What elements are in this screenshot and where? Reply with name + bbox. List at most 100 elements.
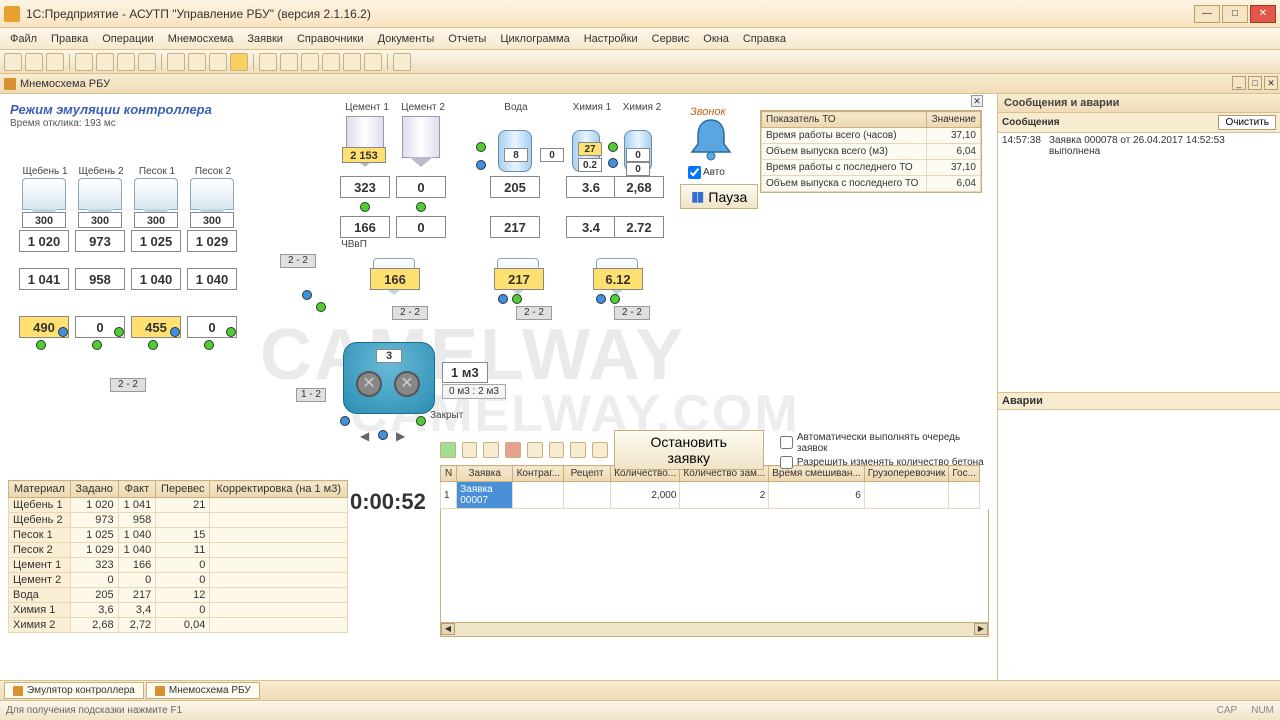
dot [148, 340, 158, 350]
tb-cut[interactable] [75, 53, 93, 71]
tb-grid3[interactable] [301, 53, 319, 71]
maximize-button[interactable]: □ [1222, 5, 1248, 23]
message-row[interactable]: 14:57:38 Заявка 000078 от 26.04.2017 14:… [998, 133, 1280, 159]
material-row[interactable]: Вода20521712 [9, 588, 348, 603]
close-button[interactable]: ✕ [1250, 5, 1276, 23]
stop-order-button[interactable]: Остановить заявку [614, 430, 764, 470]
doc-close[interactable]: ✕ [1264, 76, 1278, 90]
menu-orders[interactable]: Заявки [241, 31, 289, 47]
arrow-left-icon[interactable]: ◀ [360, 429, 369, 443]
w-stage: 2 - 2 [516, 306, 552, 320]
menu-mimic[interactable]: Мнемосхема [162, 31, 240, 47]
hopper-sh1 [22, 178, 66, 210]
ord-tb-sort1[interactable] [570, 442, 586, 458]
tb-m3[interactable] [364, 53, 382, 71]
doc-min[interactable]: _ [1232, 76, 1246, 90]
pause-icon: ▮▮ [691, 188, 702, 205]
order-row[interactable]: 1 Заявка 00007 2,000 2 6 [441, 482, 980, 509]
tab-mimic[interactable]: Мнемосхема РБУ [146, 682, 260, 699]
menu-help[interactable]: Справка [737, 31, 792, 47]
tb-grid1[interactable] [259, 53, 277, 71]
tb-m2[interactable] [343, 53, 361, 71]
dot [36, 340, 46, 350]
orders-scroll[interactable]: ◀ ▶ [440, 509, 989, 637]
ord-tb-up[interactable] [527, 442, 543, 458]
material-row[interactable]: Песок 21 0291 04011 [9, 543, 348, 558]
tb-paste[interactable] [117, 53, 135, 71]
tb-new[interactable] [4, 53, 22, 71]
tab-emulator[interactable]: Эмулятор контроллера [4, 682, 144, 699]
tb-filter[interactable] [393, 53, 411, 71]
menu-cyclogram[interactable]: Циклограмма [494, 31, 575, 47]
material-row[interactable]: Песок 11 0251 04015 [9, 528, 348, 543]
tb-grid2[interactable] [280, 53, 298, 71]
stage-agg-main: 2 - 2 [280, 254, 316, 268]
tb-action1[interactable] [167, 53, 185, 71]
tb-action3[interactable] [209, 53, 227, 71]
h1-t1: 27 [578, 142, 602, 156]
h1-meas: 3.4 [566, 216, 616, 238]
mixer-count: 3 [376, 349, 402, 363]
ord-tb-sort2[interactable] [592, 442, 608, 458]
tb-sep3 [253, 54, 254, 70]
h2-set: 2,68 [614, 176, 664, 198]
bell-icon[interactable] [686, 114, 736, 164]
label-sh2: Щебень 2 [76, 166, 126, 177]
ord-tb-copy[interactable] [483, 442, 499, 458]
tb-save[interactable] [46, 53, 64, 71]
v-sh2-2: 973 [75, 230, 125, 252]
document-bar: Мнемосхема РБУ _ □ ✕ [0, 74, 1280, 94]
dot [340, 416, 350, 426]
ord-tb-down[interactable] [549, 442, 565, 458]
app-icon [4, 6, 20, 22]
menu-file[interactable]: Файл [4, 31, 43, 47]
chk-allow-change[interactable]: Разрешить изменять количество бетона [780, 456, 989, 469]
ord-tb-edit[interactable] [462, 442, 478, 458]
materials-table: Материал Задано Факт Перевес Корректиров… [8, 480, 348, 633]
menu-documents[interactable]: Документы [372, 31, 441, 47]
ord-tb-add[interactable] [440, 442, 456, 458]
hopper-p2 [190, 178, 234, 210]
tb-action2[interactable] [188, 53, 206, 71]
tb-open[interactable] [25, 53, 43, 71]
material-row[interactable]: Цемент 13231660 [9, 558, 348, 573]
menu-operations[interactable]: Операции [96, 31, 159, 47]
to-close-button[interactable]: ✕ [971, 95, 983, 107]
menu-windows[interactable]: Окна [697, 31, 735, 47]
material-row[interactable]: Цемент 2000 [9, 573, 348, 588]
minimize-button[interactable]: — [1194, 5, 1220, 23]
main-toolbar [0, 50, 1280, 74]
scroll-right[interactable]: ▶ [974, 623, 988, 635]
material-row[interactable]: Химия 13,63,40 [9, 603, 348, 618]
c1-meas: 166 [340, 216, 390, 238]
chk-auto-queue[interactable]: Автоматически выполнять очередь заявок [780, 432, 989, 454]
hopper-sh2 [78, 178, 122, 210]
menu-dictionaries[interactable]: Справочники [291, 31, 370, 47]
material-row[interactable]: Щебень 2973958 [9, 513, 348, 528]
material-row[interactable]: Щебень 11 0201 04121 [9, 498, 348, 513]
doc-max[interactable]: □ [1248, 76, 1262, 90]
pause-button[interactable]: ▮▮Пауза [680, 184, 758, 209]
tb-print[interactable] [138, 53, 156, 71]
menu-reports[interactable]: Отчеты [442, 31, 492, 47]
tb-help[interactable] [230, 53, 248, 71]
menu-edit[interactable]: Правка [45, 31, 94, 47]
v-p2-3: 1 040 [187, 268, 237, 290]
arrow-right-icon[interactable]: ▶ [396, 429, 405, 443]
menu-service[interactable]: Сервис [646, 31, 696, 47]
mixer-vol: 1 м3 [442, 362, 488, 383]
statusbar: Для получения подсказки нажмите F1 CAP N… [0, 700, 1280, 720]
scroll-left[interactable]: ◀ [441, 623, 455, 635]
tb-m1[interactable] [322, 53, 340, 71]
tb-copy[interactable] [96, 53, 114, 71]
clear-messages-button[interactable]: Очистить [1218, 115, 1276, 130]
ord-tb-del[interactable] [505, 442, 521, 458]
v-p2-1: 300 [190, 212, 234, 228]
material-row[interactable]: Химия 22,682,720,04 [9, 618, 348, 633]
menu-settings[interactable]: Настройки [578, 31, 644, 47]
h-hopper-val: 6.12 [593, 268, 643, 290]
dot [378, 430, 388, 440]
w-set: 205 [490, 176, 540, 198]
auto-checkbox[interactable]: Авто [688, 166, 725, 179]
dot [170, 327, 180, 337]
